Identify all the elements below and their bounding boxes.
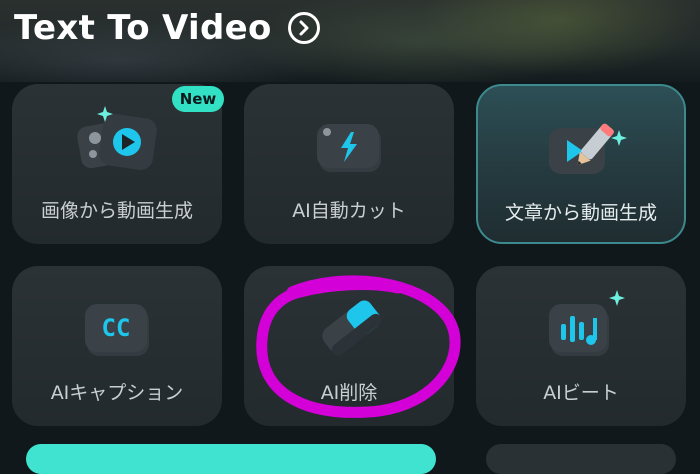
eraser-icon xyxy=(322,300,382,356)
chevron-right-icon[interactable] xyxy=(287,12,320,44)
new-badge: New xyxy=(172,86,224,112)
text-to-video-icon xyxy=(549,123,627,174)
tool-card-ai-beat[interactable]: AIビート xyxy=(476,266,686,426)
image-to-video-icon xyxy=(77,106,157,170)
tool-label: AIキャプション xyxy=(50,382,184,404)
tool-label: 文章から動画生成 xyxy=(504,202,657,224)
tool-label: AIビート xyxy=(543,382,619,404)
tool-card-ai-auto-cut[interactable]: AI自動カット xyxy=(244,84,454,244)
tool-card-text-to-video[interactable]: 文章から動画生成 xyxy=(476,84,686,244)
tool-label: 画像から動画生成 xyxy=(40,200,193,222)
tool-card-ai-delete[interactable]: AI削除 xyxy=(244,266,454,426)
tool-label: AI削除 xyxy=(320,382,378,404)
text-to-video-link[interactable]: Text To Video xyxy=(14,6,320,50)
hero-title: Text To Video xyxy=(14,8,272,48)
ai-auto-cut-icon xyxy=(317,124,381,172)
tool-card-ai-caption[interactable]: CC AIキャプション xyxy=(12,266,222,426)
primary-action-pill[interactable] xyxy=(26,444,436,474)
tool-card-partial[interactable] xyxy=(486,444,676,474)
cc-caption-icon: CC xyxy=(85,304,149,356)
music-beat-icon xyxy=(549,290,625,356)
tool-label: AI自動カット xyxy=(292,200,406,222)
svg-text:CC: CC xyxy=(102,314,131,342)
